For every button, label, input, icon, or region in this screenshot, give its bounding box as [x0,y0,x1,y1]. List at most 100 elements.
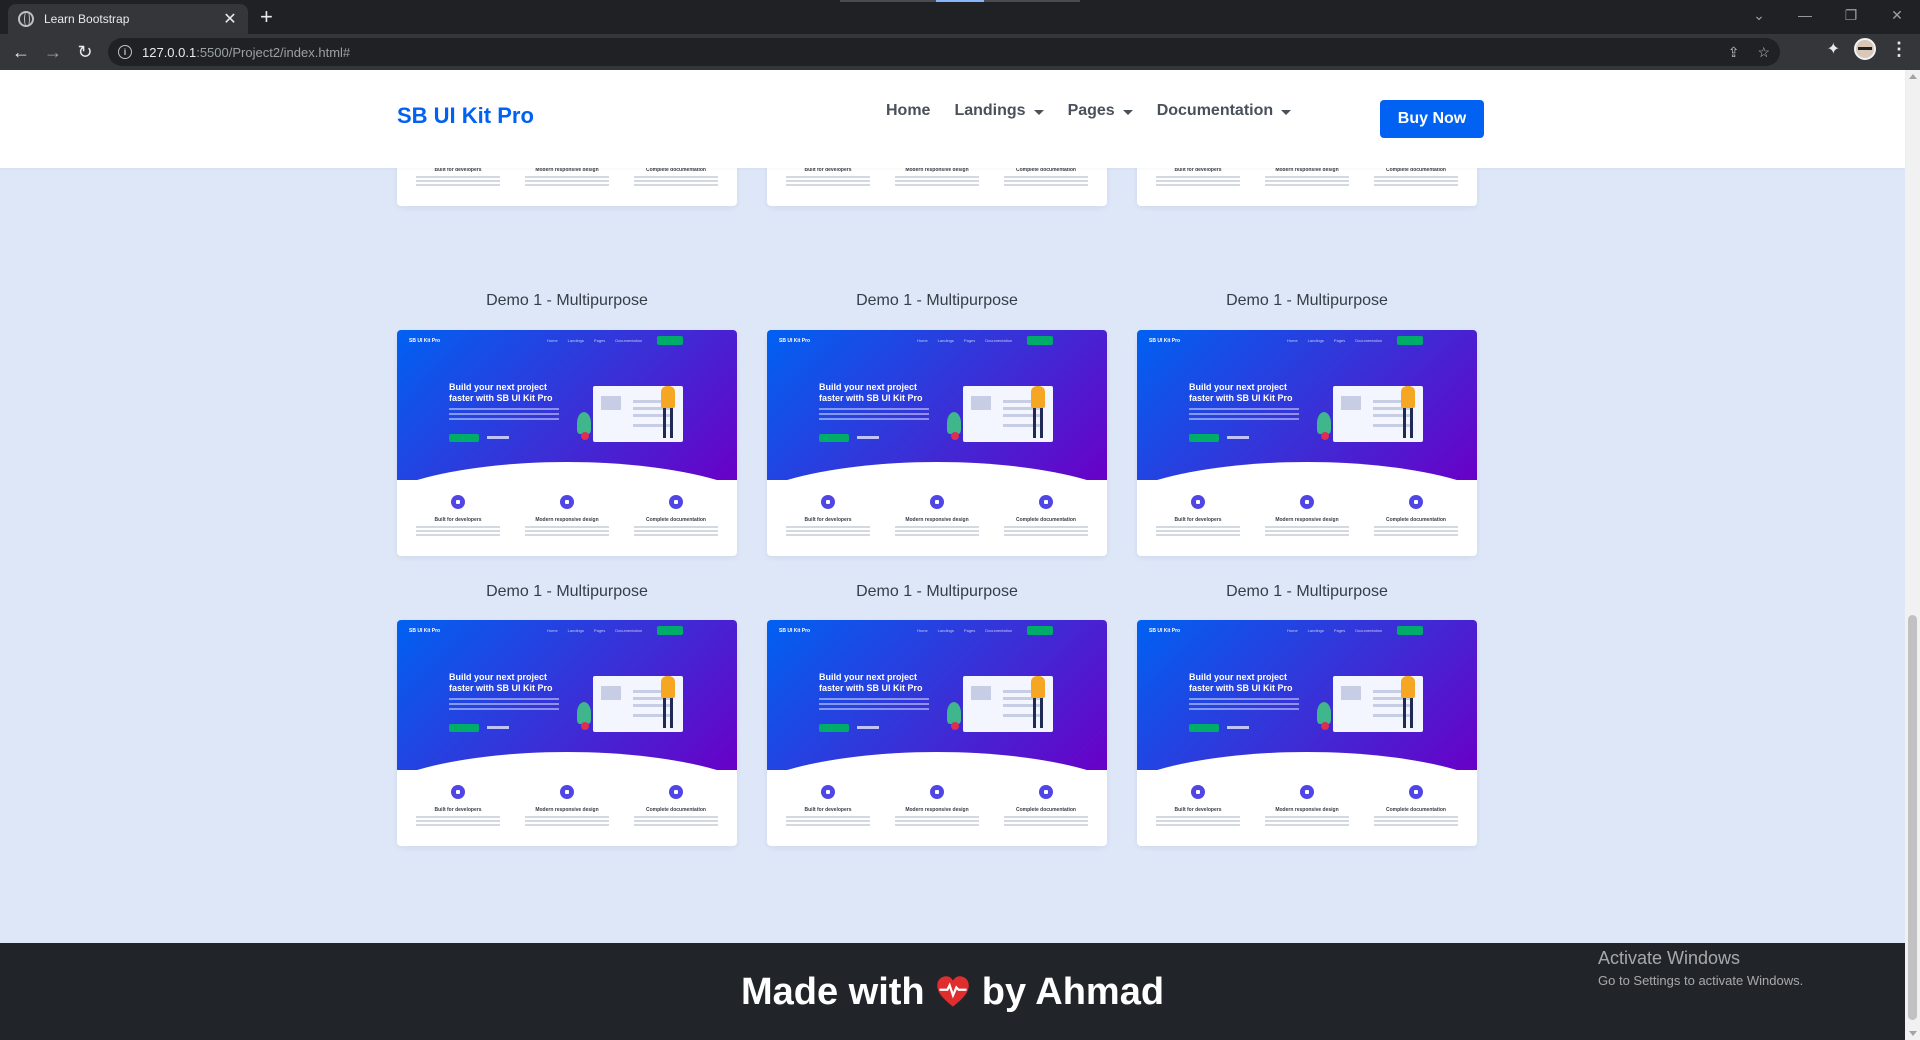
demo-card[interactable]: SB UI Kit Pro Home Landings Pages Documenta… [1137,330,1477,556]
site-navbar: SB UI Kit Pro Home Landings Pages Docume… [0,70,1905,168]
minimize-button[interactable]: — [1782,0,1828,30]
thumb-feature: Complete documentation [998,495,1094,538]
thumb-hero: SB UI Kit Pro Home Landings Pages Documenta… [767,330,1107,522]
nav-link-label: Pages [1067,102,1115,119]
thumb-feature: Complete documentation [1368,495,1464,538]
thumb-nav-item: Documentation [1355,338,1383,343]
address-bar[interactable]: i 127.0.0.1 :5500/Project2/index.html# ⇪… [108,38,1780,66]
feature-icon [560,785,574,799]
thumb-features: Built for developers Modern responsive d… [767,495,1107,538]
thumb-cta-button [449,724,479,732]
scroll-down-arrow-icon[interactable] [1909,1031,1917,1036]
extensions-puzzle-icon[interactable]: ✦ [1827,39,1840,59]
thumb-illustration-person [661,386,675,408]
thumb-cta-button [819,724,849,732]
feature-icon [560,495,574,509]
thumb-illustration-legs [1033,698,1043,728]
feature-icon [451,495,465,509]
thumb-illustration-person [1031,676,1045,698]
scroll-thumb[interactable] [1908,615,1917,1020]
nav-link-home[interactable]: Home [886,102,930,120]
thumb-illustration-person [1401,676,1415,698]
thumb-feature: Modern responsive design [1259,785,1355,828]
tab-search-icon[interactable]: ⌄ [1736,0,1782,30]
thumb-feature-title: Built for developers [434,517,482,523]
thumb-features: Built for developers Modern responsive d… [1137,495,1477,538]
thumb-nav-item: Home [917,338,928,343]
thumb-nav-item: Home [1287,628,1298,633]
brand-logo[interactable]: SB UI Kit Pro [397,103,534,129]
thumb-nav-item: Home [917,628,928,633]
new-tab-button[interactable]: + [260,6,273,28]
page-scrollbar[interactable] [1905,70,1920,1040]
feature-icon [451,785,465,799]
caret-down-icon [1122,109,1133,115]
nav-link-pages[interactable]: Pages [1068,102,1133,120]
thumb-illustration-plant [577,412,591,434]
bookmark-star-icon[interactable]: ☆ [1757,44,1770,61]
demo-title: Demo 1 - Multipurpose [856,292,1018,309]
thumb-feature: Modern responsive design [519,495,615,538]
forward-icon[interactable]: → [42,41,64,63]
thumb-feature: Built for developers [410,495,506,538]
thumb-illustration-pot [1321,722,1329,730]
feature-icon [1039,785,1053,799]
thumb-illustration-pot [951,432,959,440]
thumb-brand: SB UI Kit Pro [1149,338,1181,344]
demo-title: Demo 1 - Multipurpose [1226,292,1388,309]
thumb-feature-title: Modern responsive design [905,517,969,523]
reload-icon[interactable]: ↻ [74,41,96,63]
thumb-feature-title: Modern responsive design [905,807,969,813]
site-info-icon[interactable]: i [118,45,132,59]
buy-now-button[interactable]: Buy Now [1380,100,1484,138]
nav-link-label: Landings [954,102,1026,119]
thumb-buy-button [657,336,683,345]
thumb-hero: SB UI Kit Pro Home Landings Pages Documenta… [767,620,1107,812]
thumb-features: Built for developers Modern responsive d… [1137,785,1477,828]
thumb-illustration-plant [947,702,961,724]
thumb-feature: Built for developers [780,495,876,538]
thumb-nav-item: Pages [1333,628,1346,633]
thumb-nav-item: Home [1287,338,1298,343]
demo-title: Demo 1 - Multipurpose [486,292,648,309]
feature-icon [1409,495,1423,509]
browser-menu-icon[interactable]: ⋮ [1890,39,1908,60]
thumb-paragraph [819,698,929,713]
close-window-button[interactable]: ✕ [1874,0,1920,30]
close-tab-icon[interactable]: ✕ [222,9,238,29]
thumb-illustration-pot [581,432,589,440]
nav-link-documentation[interactable]: Documentation [1157,102,1292,120]
profile-avatar[interactable] [1854,38,1876,60]
restore-button[interactable]: ❐ [1828,0,1874,30]
thumb-feature: Modern responsive design [889,495,985,538]
share-icon[interactable]: ⇪ [1728,44,1740,61]
thumb-feature-title: Complete documentation [645,807,706,813]
thumb-nav-item: Pages [593,628,606,633]
thumb-cta-button [1189,724,1219,732]
browser-tab[interactable]: Learn Bootstrap ✕ [8,4,248,34]
browser-toolbar: ← → ↻ i 127.0.0.1 :5500/Project2/index.h… [0,34,1920,70]
thumb-buy-button [1027,626,1053,635]
scroll-up-arrow-icon[interactable] [1909,74,1917,79]
thumb-nav-item: Pages [593,338,606,343]
demo-card[interactable]: SB UI Kit Pro Home Landings Pages Documenta… [767,620,1107,846]
site-footer: Made with by Ahmad Activate Windows Go t… [0,943,1905,1040]
thumb-buy-button [1027,336,1053,345]
back-icon[interactable]: ← [10,41,32,63]
demo-title: Demo 1 - Multipurpose [856,583,1018,600]
demo-card[interactable]: SB UI Kit Pro Home Landings Pages Documenta… [397,620,737,846]
thumb-headline: Build your next project faster with SB U… [819,672,923,693]
thumb-paragraph [449,408,559,423]
nav-link-landings[interactable]: Landings [954,102,1044,120]
demo-card[interactable]: SB UI Kit Pro Home Landings Pages Documenta… [767,330,1107,556]
thumb-illustration-plant [947,412,961,434]
thumb-nav-item: Landings [567,628,584,633]
nav-link-label: Home [886,102,931,119]
thumb-cta-link [1227,436,1249,439]
demo-card[interactable]: SB UI Kit Pro Home Landings Pages Documenta… [397,330,737,556]
thumb-illustration-legs [1033,408,1043,438]
feature-icon [1191,495,1205,509]
thumb-hero: SB UI Kit Pro Home Landings Pages Documenta… [397,620,737,812]
demo-card[interactable]: SB UI Kit Pro Home Landings Pages Documenta… [1137,620,1477,846]
thumb-nav-item: Home [547,338,558,343]
